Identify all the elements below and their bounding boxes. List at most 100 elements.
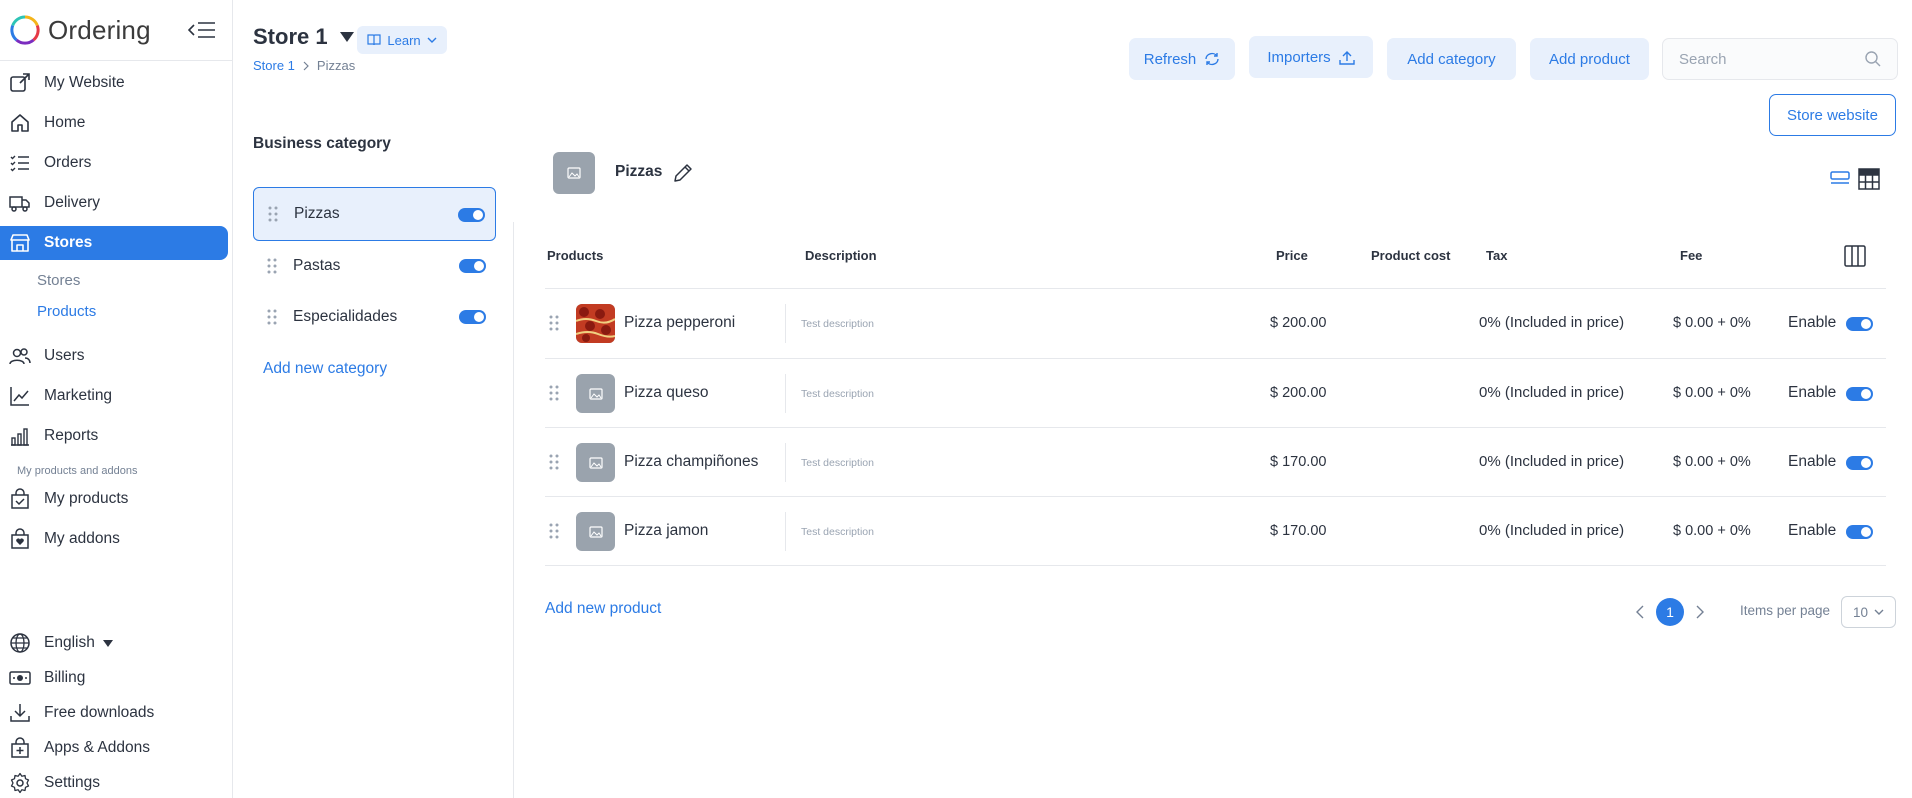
- page-number-current[interactable]: 1: [1656, 598, 1684, 626]
- product-image-placeholder[interactable]: [576, 374, 615, 413]
- sidebar-item-marketing[interactable]: Marketing: [0, 379, 228, 413]
- bag-plus-icon: [8, 736, 32, 760]
- importers-button[interactable]: Importers: [1249, 36, 1373, 78]
- drag-handle-icon[interactable]: [267, 258, 277, 274]
- sidebar-item-label: My products: [44, 490, 129, 507]
- category-toggle[interactable]: [459, 310, 486, 324]
- category-item-pastas[interactable]: Pastas: [253, 239, 496, 293]
- table-view-icon[interactable]: [1858, 168, 1880, 190]
- items-per-page-value: 10: [1852, 604, 1869, 620]
- product-enable-toggle[interactable]: [1846, 387, 1873, 401]
- category-item-especialidades[interactable]: Especialidades: [253, 290, 496, 344]
- sidebar-item-settings[interactable]: Settings: [0, 766, 228, 798]
- product-fee: $ 0.00 + 0%: [1673, 385, 1751, 401]
- image-icon: [567, 167, 581, 179]
- bag-heart-icon: [8, 527, 32, 551]
- table-row[interactable]: Pizza pepperoni Test description $ 200.0…: [545, 289, 1886, 358]
- image-icon: [588, 525, 603, 538]
- product-price: $ 170.00: [1270, 454, 1327, 470]
- product-name: Pizza champiñones: [624, 453, 759, 470]
- add-new-category-link[interactable]: Add new category: [263, 360, 387, 378]
- sidebar-item-my-website[interactable]: My Website: [0, 66, 228, 100]
- drag-handle-icon[interactable]: [268, 206, 278, 222]
- table-row[interactable]: Pizza champiñones Test description $ 170…: [545, 428, 1886, 497]
- sidebar-item-my-addons[interactable]: My addons: [0, 522, 228, 556]
- app-name: Ordering: [48, 14, 151, 45]
- product-description: Test description: [801, 388, 874, 400]
- drag-handle-icon[interactable]: [549, 454, 559, 470]
- add-product-button[interactable]: Add product: [1530, 38, 1649, 80]
- sidebar-item-apps-addons[interactable]: Apps & Addons: [0, 731, 228, 765]
- category-toggle[interactable]: [458, 208, 485, 222]
- drag-handle-icon[interactable]: [549, 385, 559, 401]
- sidebar-item-label: Orders: [44, 154, 92, 171]
- breadcrumb-store[interactable]: Store 1: [253, 58, 295, 73]
- product-enable-toggle[interactable]: [1846, 525, 1873, 539]
- divider: [785, 443, 786, 482]
- sidebar-item-my-products[interactable]: My products: [0, 482, 228, 516]
- product-enable-toggle[interactable]: [1846, 317, 1873, 331]
- items-per-page-label: Items per page: [1740, 603, 1831, 618]
- table-row[interactable]: Pizza queso Test description $ 200.00 0%…: [545, 359, 1886, 428]
- category-toggle[interactable]: [459, 259, 486, 273]
- edit-pencil-icon[interactable]: [672, 162, 694, 184]
- sidebar-item-orders[interactable]: Orders: [0, 146, 228, 180]
- store-website-button[interactable]: Store website: [1769, 94, 1896, 136]
- cash-icon: [8, 666, 32, 690]
- store-selector[interactable]: Store 1: [253, 24, 354, 50]
- product-image-placeholder[interactable]: [576, 512, 615, 551]
- chevron-left-icon[interactable]: [1636, 605, 1644, 619]
- chevron-right-icon[interactable]: [1696, 605, 1704, 619]
- image-icon: [588, 387, 603, 400]
- search-field[interactable]: [1662, 38, 1898, 80]
- columns-settings-icon[interactable]: [1844, 245, 1866, 267]
- table-row[interactable]: Pizza jamon Test description $ 170.00 0%…: [545, 497, 1886, 566]
- sidebar-item-billing[interactable]: Billing: [0, 661, 228, 695]
- drag-handle-icon[interactable]: [549, 315, 559, 331]
- sidebar-item-reports[interactable]: Reports: [0, 419, 228, 453]
- learn-label: Learn: [387, 32, 421, 48]
- store-icon: [8, 231, 32, 255]
- product-description: Test description: [801, 318, 874, 330]
- refresh-button[interactable]: Refresh: [1129, 38, 1235, 80]
- product-tax: 0% (Included in price): [1479, 522, 1625, 539]
- list-view-icon[interactable]: [1830, 170, 1850, 186]
- sidebar-subitem-products[interactable]: Products: [37, 303, 96, 320]
- column-header-tax: Tax: [1486, 248, 1508, 263]
- divider: [785, 374, 786, 413]
- learn-button[interactable]: Learn: [357, 26, 447, 54]
- product-name: Pizza jamon: [624, 522, 709, 539]
- language-selector[interactable]: English: [0, 626, 228, 660]
- product-enable-toggle[interactable]: [1846, 456, 1873, 470]
- column-header-product-cost: Product cost: [1371, 248, 1451, 263]
- category-label: Pastas: [293, 257, 341, 274]
- product-image-placeholder[interactable]: [576, 443, 615, 482]
- column-header-fee: Fee: [1680, 248, 1703, 263]
- product-price: $ 170.00: [1270, 523, 1327, 539]
- search-input[interactable]: [1679, 50, 1849, 68]
- drag-handle-icon[interactable]: [549, 523, 559, 539]
- add-category-button[interactable]: Add category: [1387, 38, 1516, 80]
- items-per-page-select[interactable]: 10: [1841, 596, 1896, 628]
- sidebar-item-label: Reports: [44, 427, 99, 444]
- category-image-placeholder[interactable]: [553, 152, 595, 194]
- category-item-pizzas[interactable]: Pizzas: [253, 187, 496, 241]
- sidebar-item-free-downloads[interactable]: Free downloads: [0, 696, 228, 730]
- book-icon: [367, 34, 381, 46]
- sidebar-item-stores[interactable]: Stores: [0, 226, 228, 260]
- sidebar-item-users[interactable]: Users: [0, 339, 228, 373]
- add-new-product-link[interactable]: Add new product: [545, 600, 661, 618]
- sidebar-item-label: Home: [44, 114, 86, 131]
- sidebar-item-delivery[interactable]: Delivery: [0, 186, 228, 220]
- product-fee: $ 0.00 + 0%: [1673, 523, 1751, 539]
- sidebar-item-home[interactable]: Home: [0, 106, 228, 140]
- product-status: Enable: [1788, 384, 1837, 401]
- globe-icon: [8, 631, 32, 655]
- collapse-sidebar-icon[interactable]: [188, 19, 216, 41]
- sidebar-subitem-stores[interactable]: Stores: [37, 272, 80, 289]
- product-name: Pizza pepperoni: [624, 314, 736, 331]
- drag-handle-icon[interactable]: [267, 309, 277, 325]
- product-image[interactable]: [576, 304, 615, 343]
- selected-category-name: Pizzas: [615, 163, 663, 180]
- image-icon: [588, 456, 603, 469]
